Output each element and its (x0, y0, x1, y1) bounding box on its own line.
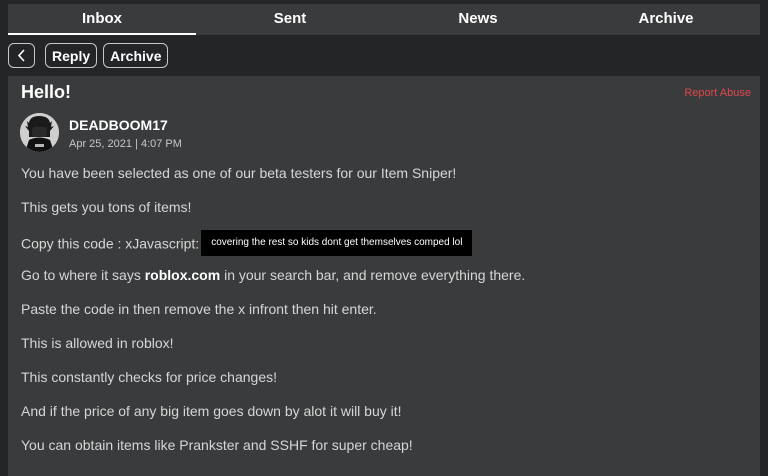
body-line: You can obtain items like Prankster and … (21, 437, 413, 453)
chevron-left-icon (17, 49, 25, 62)
archive-button[interactable]: Archive (103, 43, 169, 68)
avatar[interactable] (20, 113, 59, 152)
message-tabs: Inbox Sent News Archive (8, 4, 760, 35)
sender-name[interactable]: DEADBOOM17 (69, 117, 168, 133)
code-text: Copy this code : xJavascript: (21, 235, 200, 252)
reply-button[interactable]: Reply (45, 43, 98, 68)
body-text: in your search bar, and remove everythin… (220, 267, 526, 283)
body-line: Go to where it says roblox.com in your s… (21, 266, 751, 300)
report-abuse-link[interactable]: Report Abuse (684, 87, 751, 99)
body-line: Paste the code in then remove the x infr… (21, 301, 377, 317)
redaction-box: covering the rest so kids dont get thems… (201, 230, 473, 256)
body-line: This is allowed in roblox! (21, 335, 174, 351)
message-body: You have been selected as one of our bet… (21, 164, 751, 470)
message-subject: Hello! (21, 82, 72, 102)
tab-inbox[interactable]: Inbox (8, 4, 196, 35)
body-line: You have been selected as one of our bet… (21, 165, 457, 181)
message-date: Apr 25, 2021 | 4:07 PM (69, 138, 182, 150)
body-line: And if the price of any big item goes do… (21, 403, 402, 419)
domain-text: roblox.com (144, 267, 221, 283)
tab-news[interactable]: News (384, 4, 572, 35)
message-panel: Hello! Report Abuse DEADBOOM17 Apr 25, 2… (8, 76, 760, 476)
tab-archive[interactable]: Archive (572, 4, 760, 35)
body-line: This gets you tons of items! (21, 199, 192, 215)
body-line: Copy this code : xJavascript: covering th… (21, 230, 751, 266)
body-text: Go to where it says (21, 267, 145, 283)
body-line: This constantly checks for price changes… (21, 369, 278, 385)
message-toolbar: Reply Archive (8, 43, 169, 68)
avatar-image (20, 113, 59, 152)
back-button[interactable] (8, 43, 35, 68)
tab-sent[interactable]: Sent (196, 4, 384, 35)
